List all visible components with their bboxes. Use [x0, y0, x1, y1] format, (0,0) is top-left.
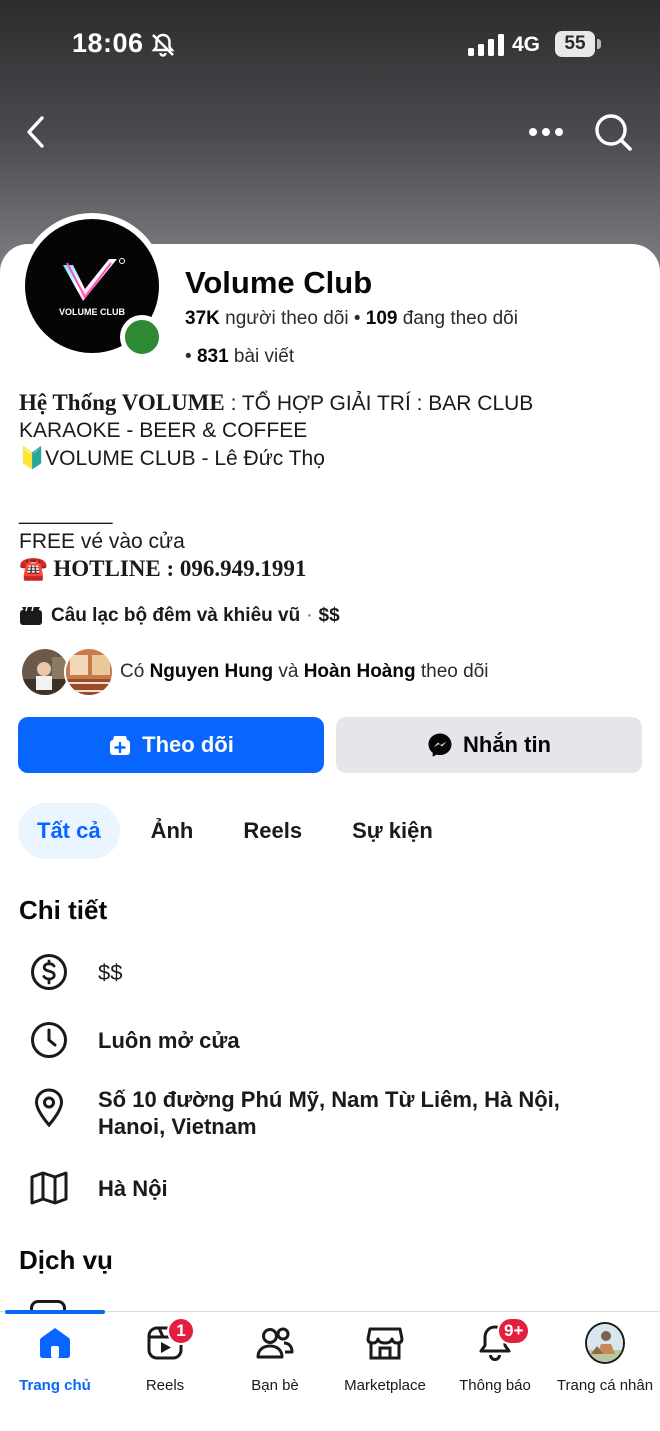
status-time: 18:06 [72, 28, 144, 58]
notifications-badge: 9+ [497, 1317, 531, 1345]
detail-city: Hà Nội [98, 1176, 168, 1201]
search-button[interactable] [591, 110, 635, 154]
nav-notifications-label: Thông báo [459, 1377, 531, 1394]
active-tab-indicator [5, 1310, 105, 1314]
follow-label: Theo dõi [142, 732, 234, 757]
posts-count: 831 [196, 346, 229, 367]
battery-level: 55 [564, 33, 586, 54]
detail-address: Số 10 đường Phú Mỹ, Nam Từ Liêm, Hà Nội,… [98, 1086, 560, 1140]
clapperboard-icon [20, 606, 42, 625]
mutual-text: Có Nguyen Hung và Hoàn Hoàng theo dõi [120, 661, 489, 683]
logo-text: VOLUME CLUB [59, 307, 125, 317]
bio-heading: Hệ Thống VOLUME [19, 390, 225, 415]
location-pin-icon [29, 1088, 69, 1128]
more-dots-icon [529, 128, 563, 136]
nav-notifications[interactable]: 9+ Thông báo [440, 1317, 550, 1398]
bio-line-1: Hệ Thống VOLUME : TỔ HỢP GIẢI TRÍ : BAR … [19, 389, 533, 418]
network-type: 4G [512, 33, 541, 56]
friend-avatar-1 [20, 647, 70, 697]
search-icon [595, 114, 632, 151]
nav-reels[interactable]: 1 Reels [110, 1317, 220, 1398]
friends-icon [255, 1323, 295, 1363]
following-count: 109 [365, 308, 398, 329]
price-range: $$ [318, 605, 340, 626]
address-line-2: Hanoi, Vietnam [98, 1114, 257, 1139]
reels-icon: 1 [145, 1317, 195, 1363]
back-button[interactable] [14, 110, 58, 154]
profile-avatar [585, 1322, 625, 1364]
friend-name-1[interactable]: Nguyen Hung [150, 661, 274, 682]
following-label: đang theo dõi [402, 308, 518, 329]
profile-avatar-icon [585, 1322, 625, 1364]
shop-icon [365, 1323, 405, 1363]
bell-muted-icon [151, 33, 175, 57]
tab-photos[interactable]: Ảnh [132, 803, 213, 859]
message-label: Nhắn tin [463, 732, 551, 757]
nav-marketplace-label: Marketplace [344, 1377, 426, 1394]
content-tabs: Tất cả Ảnh Reels Sự kiện [18, 803, 464, 859]
nav-friends[interactable]: Bạn bè [220, 1318, 330, 1398]
friend-avatar-2 [64, 647, 114, 697]
services-heading: Dịch vụ [19, 1245, 113, 1275]
bio-divider: ________ [19, 502, 113, 525]
mutual-joiner: và [273, 661, 304, 682]
separator-dot: • [185, 346, 192, 367]
page-category[interactable]: Câu lạc bộ đêm và khiêu vũ · $$ [19, 605, 340, 627]
category-label: Câu lạc bộ đêm và khiêu vũ [51, 605, 301, 626]
chevron-left-icon [27, 116, 44, 148]
post-stats: • 831 bài viết [185, 346, 294, 368]
mutual-suffix: theo dõi [415, 661, 489, 682]
followers-count: 37K [185, 308, 220, 329]
home-icon [35, 1323, 75, 1363]
tab-reels[interactable]: Reels [224, 803, 321, 859]
tab-events[interactable]: Sự kiện [333, 803, 452, 859]
nav-home[interactable]: Trang chủ [0, 1318, 110, 1398]
bio-line-5: FREE vé vào cửa [19, 530, 185, 553]
online-status-dot [120, 315, 164, 359]
signal-icon [468, 34, 504, 56]
bio-line-2: KARAOKE - BEER & COFFEE [19, 419, 308, 442]
bio-line-3: 🔰VOLUME CLUB - Lê Đức Thọ [19, 447, 325, 470]
address-line-1: Số 10 đường Phú Mỹ, Nam Từ Liêm, Hà Nội, [98, 1087, 560, 1112]
follow-button[interactable]: Theo dõi [18, 717, 324, 773]
reels-badge: 1 [167, 1317, 195, 1345]
bio-hotline: ☎️ HOTLINE : 096.949.1991 [19, 556, 307, 581]
battery-tip [597, 39, 601, 49]
message-button[interactable]: Nhắn tin [336, 717, 642, 773]
nav-profile-label: Trang cá nhân [556, 1377, 654, 1394]
followers-label: người theo dõi [225, 308, 349, 329]
mutual-prefix: Có [120, 661, 150, 682]
more-options-button[interactable] [524, 110, 568, 154]
nav-home-label: Trang chủ [19, 1377, 91, 1394]
tab-all[interactable]: Tất cả [18, 803, 120, 859]
details-heading: Chi tiết [19, 895, 108, 925]
separator-dot: · [306, 605, 313, 626]
clock-icon [29, 1020, 69, 1060]
nav-reels-label: Reels [145, 1377, 185, 1394]
mutual-followers[interactable]: Có Nguyen Hung và Hoàn Hoàng theo dõi [20, 647, 489, 697]
nav-marketplace[interactable]: Marketplace [330, 1318, 440, 1398]
bell-icon: 9+ [475, 1317, 531, 1363]
detail-price: $$ [98, 960, 123, 985]
posts-label: bài viết [233, 346, 295, 367]
nav-friends-label: Bạn bè [251, 1377, 299, 1394]
map-icon [29, 1168, 69, 1208]
follow-stats[interactable]: 37K người theo dõi • 109 đang theo dõi [185, 308, 518, 330]
nav-profile[interactable]: Trang cá nhân [550, 1318, 660, 1398]
friend-name-2[interactable]: Hoàn Hoàng [304, 661, 416, 682]
bio-text: : TỔ HỢP GIẢI TRÍ : BAR CLUB [224, 392, 534, 415]
follow-page-icon [110, 736, 131, 755]
dollar-icon [29, 952, 69, 992]
page-title: Volume Club [185, 265, 373, 300]
messenger-icon [428, 733, 452, 757]
separator-dot: • [353, 308, 361, 329]
battery-icon: 55 [555, 31, 595, 57]
detail-hours: Luôn mở cửa [98, 1028, 240, 1053]
